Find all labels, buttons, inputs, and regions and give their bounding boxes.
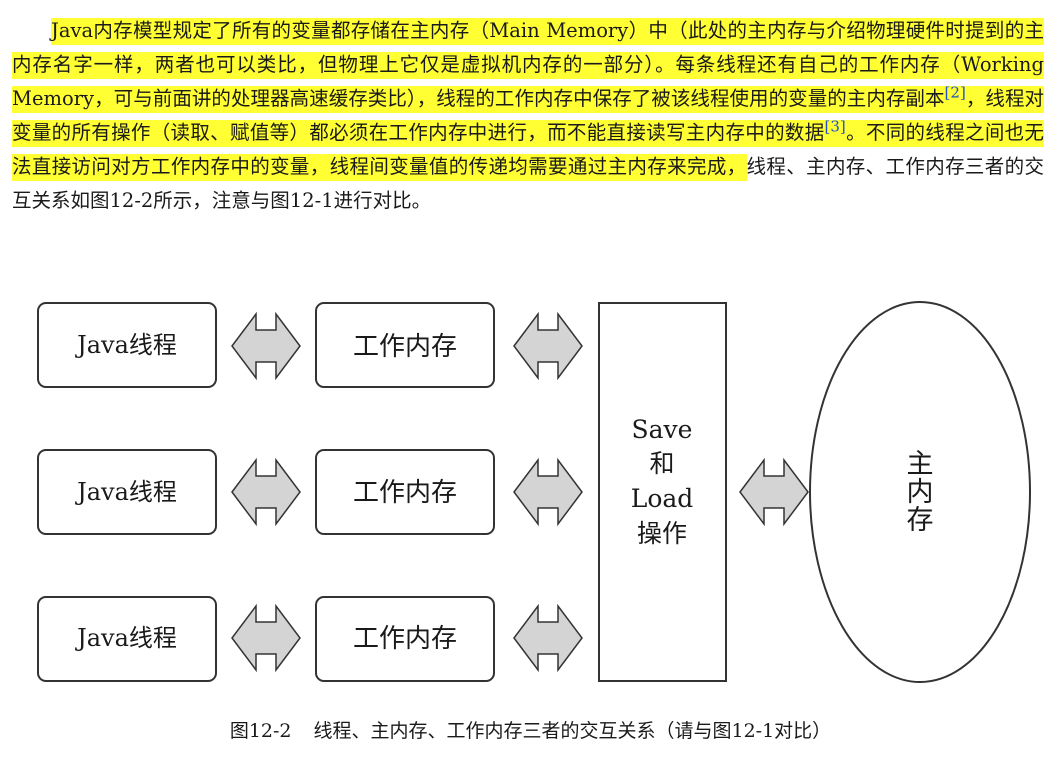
save-load-box: Save 和 Load 操作 xyxy=(598,302,727,682)
save-load-line: Load xyxy=(631,484,694,513)
working-memory-box: 工作内存 xyxy=(315,449,495,535)
thread-box: Java线程 xyxy=(37,449,217,535)
figure-number: 图12-2 xyxy=(229,720,292,742)
working-memory-label: 工作内存 xyxy=(353,478,457,508)
thread-box: Java线程 xyxy=(37,302,217,388)
save-load-line: Save xyxy=(632,415,693,444)
thread-label: Java线程 xyxy=(74,624,177,652)
double-arrow-icon xyxy=(231,605,301,671)
double-arrow-icon xyxy=(231,313,301,379)
save-load-line: 操作 xyxy=(637,519,687,548)
working-memory-box: 工作内存 xyxy=(315,302,495,388)
working-memory-label: 工作内存 xyxy=(353,624,457,654)
double-arrow-icon xyxy=(739,459,809,525)
working-memory-box: 工作内存 xyxy=(315,596,495,682)
thread-label: Java线程 xyxy=(74,478,177,506)
thread-label: Java线程 xyxy=(74,331,177,359)
main-memory-ellipse: 主 内 存 xyxy=(809,301,1031,683)
main-memory-char: 内 xyxy=(907,477,934,508)
main-memory-char: 存 xyxy=(907,505,934,536)
double-arrow-icon xyxy=(231,459,301,525)
thread-box: Java线程 xyxy=(37,596,217,682)
double-arrow-icon xyxy=(513,605,583,671)
working-memory-label: 工作内存 xyxy=(353,332,457,362)
main-memory-char: 主 xyxy=(907,449,934,480)
double-arrow-icon xyxy=(513,313,583,379)
save-load-line: 和 xyxy=(649,449,674,478)
memory-model-diagram: Java线程 Java线程 Java线程 工作内存 工作内存 工作内存 Save… xyxy=(37,301,1031,683)
double-arrow-icon xyxy=(513,459,583,525)
figure-caption: 图12-2 线程、主内存、工作内存三者的交互关系（请与图12-1对比） xyxy=(0,716,1061,743)
figure-caption-text: 线程、主内存、工作内存三者的交互关系（请与图12-1对比） xyxy=(313,720,832,742)
